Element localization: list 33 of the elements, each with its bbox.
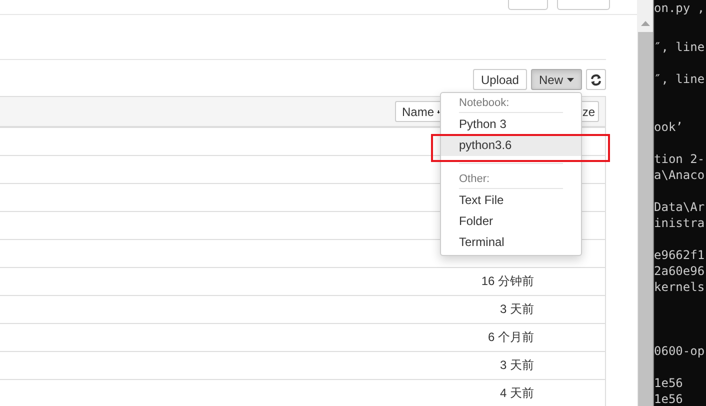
terminal-line: kernels	[654, 279, 706, 296]
new-button[interactable]: New	[530, 69, 582, 90]
upload-button[interactable]: Upload	[472, 69, 527, 90]
caret-icon	[567, 78, 574, 82]
terminal-line: 2a60e96	[654, 263, 706, 280]
terminal-line: tion 2-	[654, 151, 706, 168]
terminal-line: on.py ,	[654, 0, 706, 16]
modified-time: 6 个月前	[488, 329, 534, 346]
modified-time: 3 天前	[500, 301, 534, 318]
header-button[interactable]	[557, 0, 610, 10]
menu-item[interactable]: python3.6	[441, 135, 581, 156]
refresh-icon	[590, 74, 602, 86]
terminal-line: a\Anaco	[654, 167, 706, 184]
scroll-up-icon[interactable]	[640, 21, 650, 26]
terminal-line: 0600-op	[654, 343, 706, 360]
menu-item[interactable]: Text File	[441, 190, 581, 211]
terminal-line: 1e56	[654, 391, 684, 406]
terminal-line: ″, line	[654, 71, 706, 88]
menu-heading: Other:	[458, 172, 491, 187]
menu-heading: Notebook:	[458, 96, 510, 111]
modified-time: 3 天前	[500, 357, 534, 374]
terminal-line: 1e56	[654, 375, 684, 392]
header-button[interactable]	[508, 0, 548, 10]
modified-time: 4 天前	[500, 385, 534, 402]
menu-item[interactable]: Terminal	[441, 232, 581, 253]
menu-item[interactable]: Folder	[441, 211, 581, 232]
terminal-line: ″, line	[654, 39, 706, 56]
terminal-line: ook’	[654, 119, 684, 136]
terminal-line: inistra	[654, 215, 706, 232]
refresh-button[interactable]	[586, 69, 606, 90]
terminal-line: e9662f1	[654, 247, 706, 264]
modified-time: 16 分钟前	[481, 273, 534, 290]
terminal-line: Data\Ar	[654, 199, 706, 216]
